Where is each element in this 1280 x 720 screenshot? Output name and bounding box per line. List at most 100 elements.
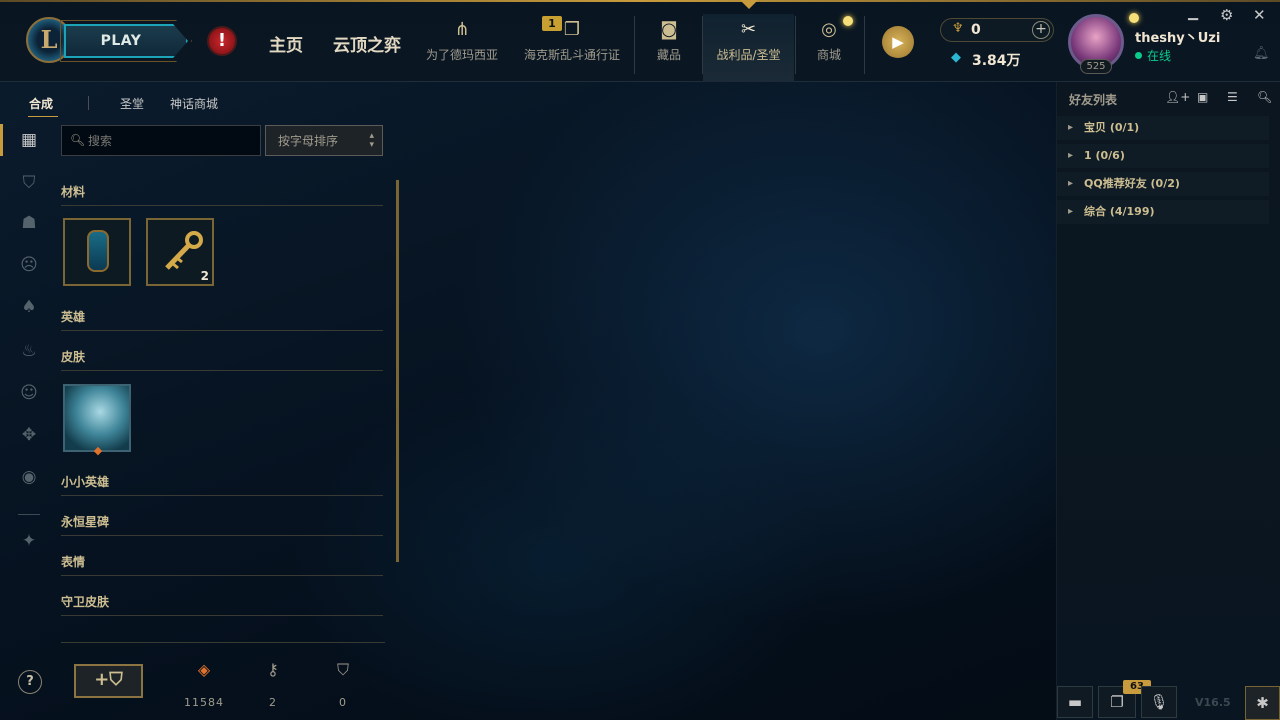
active-caret-icon xyxy=(740,0,758,9)
cross-arrows-icon[interactable]: ✦ xyxy=(18,530,40,552)
username[interactable]: theshy丶Uzi xyxy=(1135,27,1220,46)
helmet-icon[interactable]: ☗ xyxy=(18,212,40,234)
profile-icon[interactable]: ◉ xyxy=(18,466,40,488)
key-icon xyxy=(165,231,203,270)
divider xyxy=(795,16,796,74)
nav-tft[interactable]: 云顶之弈 xyxy=(333,31,401,56)
help-button[interactable]: ? xyxy=(18,670,42,694)
nav-label: 商城 xyxy=(816,48,841,62)
nav-demacia[interactable]: ⋔ 为了德玛西亚 xyxy=(420,14,504,82)
minimize-icon[interactable]: ▁ xyxy=(1188,6,1198,21)
status[interactable]: 在线 xyxy=(1135,47,1171,64)
chat-icon[interactable]: ▬ xyxy=(1057,686,1093,718)
close-icon[interactable]: ✕ xyxy=(1253,6,1266,24)
be-value: 3.84万 xyxy=(972,53,1021,69)
sort-label: 按字母排序 xyxy=(278,134,339,148)
key-fragment-icon: ⚷ xyxy=(267,660,279,679)
search-input[interactable] xyxy=(88,131,256,151)
friend-group[interactable]: 综合 (4/199) xyxy=(1057,200,1269,224)
grid-icon[interactable]: ▦ xyxy=(18,129,40,151)
nav-label: 为了德玛西亚 xyxy=(425,48,498,62)
flame-icon[interactable]: ♨ xyxy=(18,340,40,362)
ward-icon[interactable]: ✥ xyxy=(18,424,40,446)
divider xyxy=(88,96,89,110)
mask-icon[interactable]: ☹ xyxy=(18,254,40,276)
add-currency-button[interactable]: + xyxy=(1032,21,1050,39)
alert-icon[interactable]: ! xyxy=(207,26,237,56)
loot-orb-tile[interactable] xyxy=(63,218,131,286)
sort-dropdown[interactable]: 按字母排序 ▴ ▾ xyxy=(265,125,383,156)
skin-shard-tile[interactable] xyxy=(63,384,131,452)
section-little-legends[interactable]: 小小英雄 xyxy=(61,473,383,496)
resource-value: 0 xyxy=(339,696,347,709)
backpack-icon: ◙ xyxy=(660,18,678,40)
rp-icon: ♆ xyxy=(952,21,964,36)
tab-mythic-shop[interactable]: 神话商城 xyxy=(170,95,218,112)
resource-value: 11584 xyxy=(184,696,224,709)
orb-icon xyxy=(87,230,109,272)
orange-essence-icon: ◈ xyxy=(197,660,211,679)
nav-home[interactable]: 主页 xyxy=(269,31,303,56)
add-friend-icon[interactable]: 👤︎+ xyxy=(1165,90,1190,104)
section-skins[interactable]: 皮肤 xyxy=(61,348,383,371)
tab-craft[interactable]: 合成 xyxy=(29,95,53,112)
nav-label: 藏品 xyxy=(656,48,681,62)
microphone-icon[interactable]: 🎙︎ xyxy=(1141,686,1177,718)
resource-value: 2 xyxy=(269,696,277,709)
craft-chest-button[interactable]: +⛉ xyxy=(74,664,143,698)
chest-icon[interactable]: ⛉ xyxy=(18,172,40,194)
tiny-legend-icon[interactable]: ♠ xyxy=(18,296,40,318)
nav-collection[interactable]: ◙ 藏品 xyxy=(644,14,694,82)
divider xyxy=(634,16,635,74)
play-button[interactable]: PLAY xyxy=(64,24,188,58)
friends-title: 好友列表 xyxy=(1069,93,1118,107)
search-box[interactable]: 🔍︎ xyxy=(61,125,261,156)
orange-essence-icon: ◆ xyxy=(93,444,103,457)
section-materials[interactable]: 材料 xyxy=(61,183,383,206)
nav-pass[interactable]: ❐ 海克斯乱斗通行证 xyxy=(518,14,626,82)
divider xyxy=(864,16,865,74)
tab-sanctum[interactable]: 圣堂 xyxy=(120,95,144,112)
gear-icon[interactable]: ⚙ xyxy=(1220,6,1233,24)
section-ward-skins[interactable]: 守卫皮肤 xyxy=(61,593,383,616)
section-emotes[interactable]: 表情 xyxy=(61,553,383,576)
search-icon: 🔍︎ xyxy=(70,133,86,147)
friend-group[interactable]: 1 (0/6) xyxy=(1057,144,1269,168)
divider xyxy=(18,514,40,515)
tab-underline xyxy=(28,116,58,117)
version-label: V16.5 xyxy=(1195,696,1231,709)
divider xyxy=(61,642,385,643)
scrollbar[interactable] xyxy=(396,180,399,562)
battle-pass-icon[interactable]: ▶ xyxy=(882,26,914,58)
trident-icon: ⋔ xyxy=(454,18,470,40)
online-dot-icon xyxy=(1135,52,1142,59)
cards-icon: ❐ xyxy=(563,18,581,40)
list-icon[interactable]: ☰ xyxy=(1227,90,1238,104)
section-eternals[interactable]: 永恒星碑 xyxy=(61,513,383,536)
resource-orange-essence: ◈ 11584 xyxy=(174,660,234,709)
chevron-updown-icon: ▴ ▾ xyxy=(369,131,374,150)
nav-loot[interactable]: ✂ 战利品/圣堂 xyxy=(703,14,794,82)
emote-icon[interactable]: ☺ xyxy=(18,382,40,404)
resource-key-fragment: ⚷ 2 xyxy=(243,660,303,709)
pass-badge: 1 xyxy=(542,16,562,31)
be-icon: ◆ xyxy=(951,50,961,65)
vert-active-indicator xyxy=(0,124,3,156)
search-icon[interactable]: 🔍︎ xyxy=(1257,90,1272,104)
friend-group[interactable]: 宝贝 (0/1) xyxy=(1057,116,1269,140)
key-count: 2 xyxy=(200,269,209,283)
loot-key-tile[interactable]: 2 xyxy=(146,218,214,286)
status-label: 在线 xyxy=(1147,49,1172,63)
friend-group[interactable]: QQ推荐好友 (0/2) xyxy=(1057,172,1269,196)
add-folder-icon[interactable]: ▣ xyxy=(1197,90,1208,104)
section-champions[interactable]: 英雄 xyxy=(61,308,383,331)
rp-value: 0 xyxy=(971,22,981,38)
profile-notification-dot xyxy=(1129,13,1139,23)
level-badge: 525 xyxy=(1080,59,1112,74)
chest-icon: ⛉ xyxy=(336,660,349,679)
nav-label: 战利品/圣堂 xyxy=(716,48,781,62)
bell-icon[interactable]: 🔔︎ xyxy=(1253,46,1270,61)
store-notification-dot xyxy=(843,16,853,26)
nav-label: 海克斯乱斗通行证 xyxy=(523,48,620,62)
bug-report-icon[interactable]: ✱ xyxy=(1245,686,1280,720)
